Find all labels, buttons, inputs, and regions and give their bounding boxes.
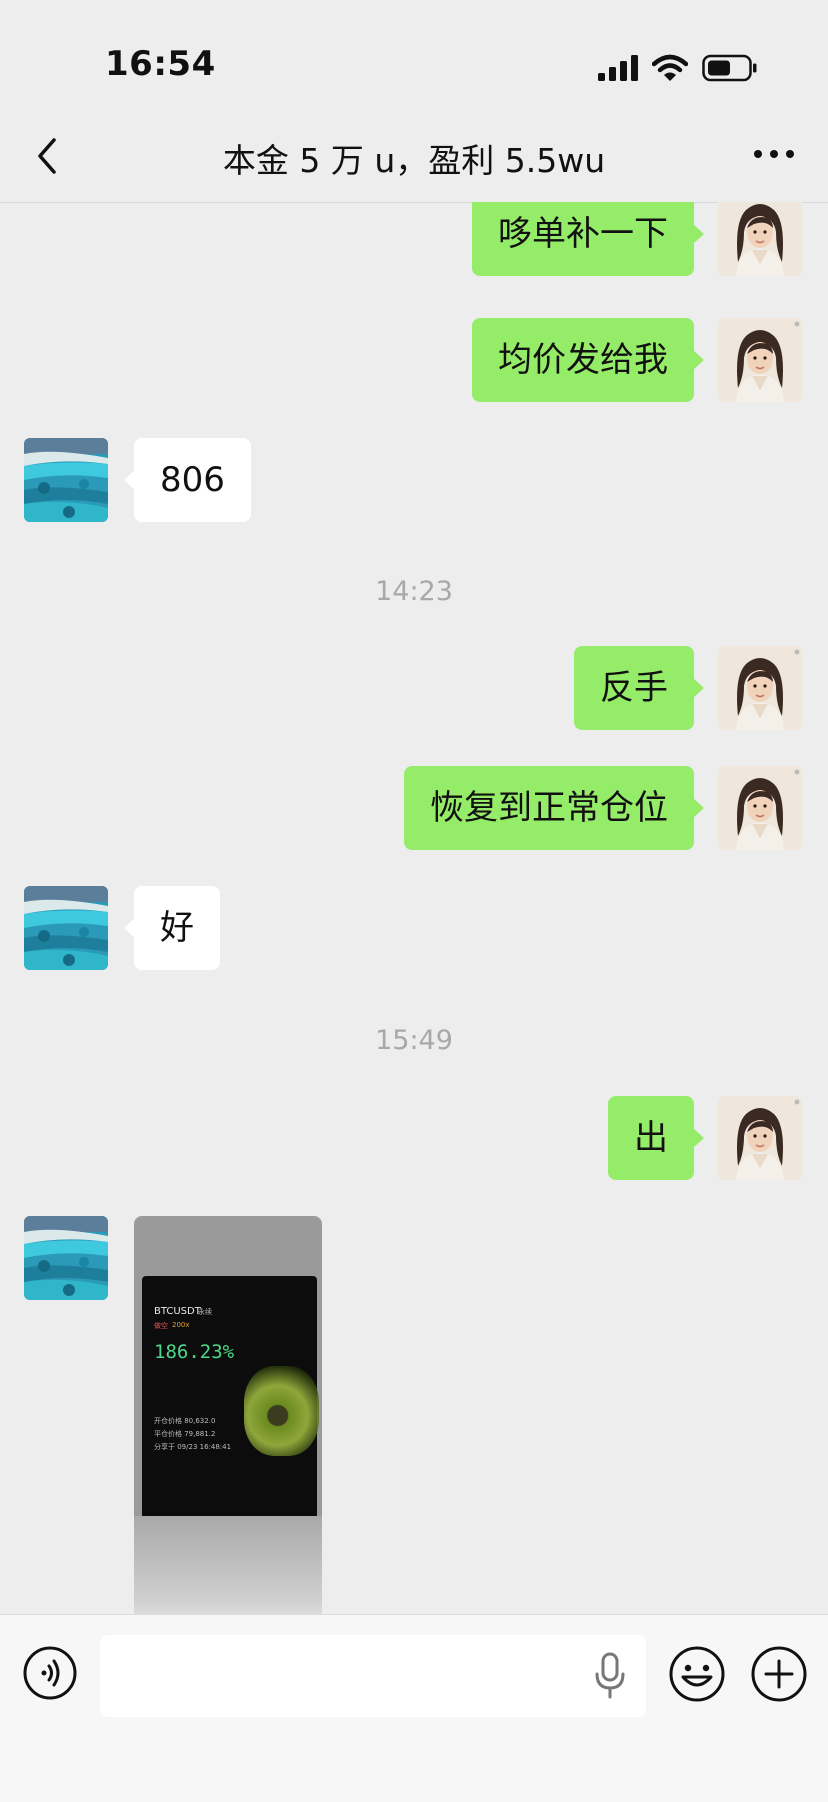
battery-icon: [702, 54, 757, 82]
message-bubble-self[interactable]: 反手: [574, 646, 704, 730]
wifi-icon: [652, 54, 688, 81]
message-bubble-self[interactable]: 出: [608, 1096, 704, 1180]
image-artwork: [244, 1366, 319, 1456]
plus-icon[interactable]: [750, 1645, 808, 1703]
more-icon[interactable]: [750, 144, 798, 164]
image-detail: 分享于 09/23 16:48:41: [154, 1443, 232, 1451]
image-pnl: 186.23%: [154, 1341, 235, 1363]
image-leverage: 200x: [172, 1321, 190, 1329]
chat-messages[interactable]: 哆单补一下 均价发给我 806 14:23 反手 恢复到正常仓位 好 15:49…: [0, 202, 828, 1614]
input-bar: [0, 1614, 828, 1802]
self-avatar[interactable]: [718, 766, 802, 850]
image-blur: [134, 1516, 322, 1614]
emoji-icon[interactable]: [668, 1645, 726, 1703]
message-bubble-self[interactable]: 哆单补一下: [472, 202, 704, 276]
self-avatar[interactable]: [718, 318, 802, 402]
image-contract-tag: 永续: [198, 1308, 212, 1316]
timestamp: 14:23: [375, 576, 453, 607]
voice-icon[interactable]: [22, 1645, 78, 1701]
signal-icon: [598, 55, 638, 81]
message-input[interactable]: [100, 1635, 646, 1717]
message-bubble-self[interactable]: 均价发给我: [472, 318, 704, 402]
mic-icon[interactable]: [592, 1651, 628, 1701]
self-avatar[interactable]: [718, 202, 802, 276]
timestamp: 15:49: [375, 1025, 453, 1056]
chat-header: 本金 5 万 u，盈利 5.5wu: [0, 110, 828, 203]
message-bubble-self[interactable]: 恢复到正常仓位: [404, 766, 704, 850]
contact-avatar[interactable]: [24, 438, 108, 522]
status-bar: 16:54: [0, 0, 828, 110]
self-avatar[interactable]: [718, 646, 802, 730]
image-message[interactable]: BTCUSDT 永续 做空 200x 186.23% 开仓价格 80,632.0…: [134, 1216, 322, 1614]
image-ticker: BTCUSDT: [154, 1306, 201, 1317]
chat-title: 本金 5 万 u，盈利 5.5wu: [222, 141, 606, 180]
contact-avatar[interactable]: [24, 1216, 108, 1300]
self-avatar[interactable]: [718, 1096, 802, 1180]
image-side: 做空: [154, 1322, 168, 1330]
message-bubble-other[interactable]: 806: [124, 438, 251, 522]
message-bubble-other[interactable]: 好: [124, 886, 220, 970]
image-detail: 开仓价格 80,632.0: [154, 1417, 216, 1425]
image-detail: 平仓价格 79,881.2: [154, 1430, 216, 1438]
contact-avatar[interactable]: [24, 886, 108, 970]
status-time: 16:54: [105, 44, 216, 84]
status-icons: [598, 48, 758, 88]
